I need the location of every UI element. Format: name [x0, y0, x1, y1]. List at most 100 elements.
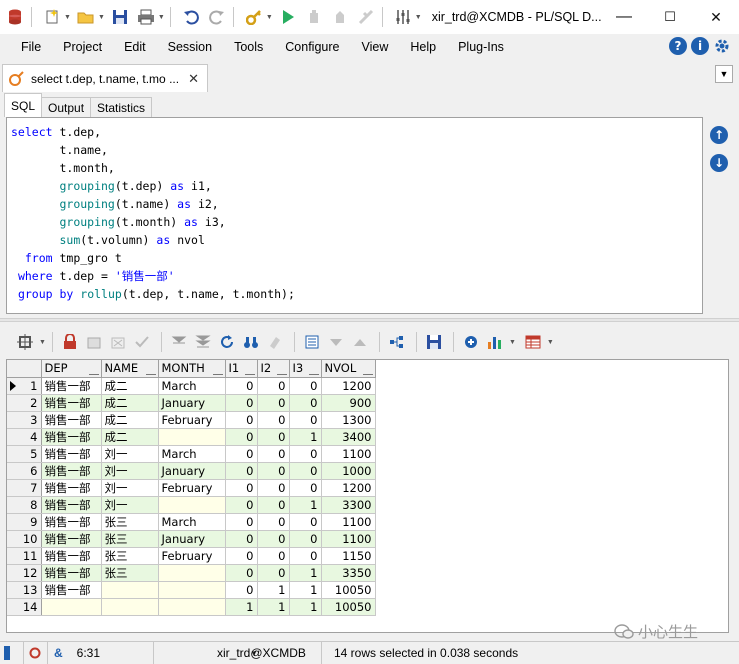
export-icon[interactable]: [522, 331, 544, 353]
column-header-month[interactable]: MONTH: [158, 360, 226, 378]
key-icon[interactable]: [243, 6, 265, 28]
row-number[interactable]: 4: [7, 428, 42, 446]
table-row[interactable]: 9 销售一部 张三 March 0 0 0 1100: [7, 513, 376, 531]
table-cell[interactable]: 0: [289, 547, 322, 565]
table-cell[interactable]: 1: [289, 598, 322, 616]
table-cell[interactable]: 10050: [321, 581, 376, 599]
table-cell[interactable]: 3400: [321, 428, 376, 446]
column-header-name[interactable]: NAME: [101, 360, 159, 378]
table-cell[interactable]: 销售一部: [41, 496, 102, 514]
table-cell[interactable]: 0: [257, 411, 290, 429]
column-header-i3[interactable]: I3: [289, 360, 322, 378]
table-cell[interactable]: January: [158, 394, 226, 412]
table-cell[interactable]: 0: [257, 530, 290, 548]
tree-icon[interactable]: [386, 331, 408, 353]
table-cell[interactable]: 0: [257, 547, 290, 565]
menu-configure[interactable]: Configure: [274, 40, 350, 54]
undo-icon[interactable]: [180, 6, 202, 28]
table-cell[interactable]: February: [158, 547, 226, 565]
table-cell[interactable]: 0: [225, 513, 258, 531]
chevron-down-icon[interactable]: ▼: [266, 14, 273, 21]
table-cell[interactable]: 3300: [321, 496, 376, 514]
row-number[interactable]: 10: [7, 530, 42, 548]
sql-line[interactable]: grouping(t.name) as i2,: [11, 195, 698, 213]
table-cell[interactable]: 张三: [101, 530, 159, 548]
tab-statistics[interactable]: Statistics: [90, 97, 153, 117]
chevron-down-icon[interactable]: ▼: [715, 65, 733, 83]
table-cell[interactable]: [158, 496, 226, 514]
table-cell[interactable]: 刘一: [101, 445, 159, 463]
table-cell[interactable]: January: [158, 462, 226, 480]
table-cell[interactable]: 10050: [321, 598, 376, 616]
table-row[interactable]: 6 销售一部 刘一 January 0 0 0 1000: [7, 462, 376, 480]
table-row[interactable]: 8 销售一部 刘一 0 0 1 3300: [7, 496, 376, 514]
sql-editor[interactable]: select t.dep, t.name, t.month, grouping(…: [6, 117, 703, 314]
chevron-down-icon[interactable]: ▼: [415, 14, 422, 21]
row-number[interactable]: 7: [7, 479, 42, 497]
table-cell[interactable]: 1200: [321, 479, 376, 497]
table-cell[interactable]: 销售一部: [41, 547, 102, 565]
table-cell[interactable]: 张三: [101, 547, 159, 565]
table-cell[interactable]: 张三: [101, 564, 159, 582]
table-row[interactable]: 1 销售一部 成二 March 0 0 0 1200: [7, 377, 376, 395]
column-header-nvol[interactable]: NVOL: [321, 360, 376, 378]
row-number[interactable]: 13: [7, 581, 42, 599]
table-cell[interactable]: 成二: [101, 394, 159, 412]
table-cell[interactable]: 900: [321, 394, 376, 412]
row-number[interactable]: 6: [7, 462, 42, 480]
fetch-next-icon[interactable]: [168, 331, 190, 353]
row-number[interactable]: 5: [7, 445, 42, 463]
table-cell[interactable]: 销售一部: [41, 581, 102, 599]
column-header-dep[interactable]: DEP: [41, 360, 102, 378]
row-number[interactable]: 14: [7, 598, 42, 616]
table-cell[interactable]: 刘一: [101, 462, 159, 480]
table-cell[interactable]: 0: [225, 564, 258, 582]
table-cell[interactable]: 销售一部: [41, 394, 102, 412]
table-cell[interactable]: 1000: [321, 462, 376, 480]
table-cell[interactable]: 0: [289, 411, 322, 429]
sql-line[interactable]: grouping(t.dep) as i1,: [11, 177, 698, 195]
table-cell[interactable]: 销售一部: [41, 411, 102, 429]
table-cell[interactable]: 销售一部: [41, 462, 102, 480]
chevron-down-icon[interactable]: ▼: [39, 339, 46, 346]
tab-sql[interactable]: SQL: [4, 93, 43, 117]
table-cell[interactable]: 0: [225, 581, 258, 599]
close-button[interactable]: ✕: [693, 0, 739, 34]
table-cell[interactable]: 销售一部: [41, 513, 102, 531]
table-cell[interactable]: 0: [257, 377, 290, 395]
menu-plugins[interactable]: Plug-Ins: [447, 40, 515, 54]
table-cell[interactable]: 1: [289, 564, 322, 582]
table-cell[interactable]: 1100: [321, 530, 376, 548]
table-cell[interactable]: March: [158, 377, 226, 395]
table-cell[interactable]: 销售一部: [41, 445, 102, 463]
print-icon[interactable]: [135, 6, 157, 28]
table-cell[interactable]: 1300: [321, 411, 376, 429]
table-row[interactable]: 3 销售一部 成二 February 0 0 0 1300: [7, 411, 376, 429]
table-cell[interactable]: 0: [257, 496, 290, 514]
table-cell[interactable]: 1100: [321, 445, 376, 463]
table-cell[interactable]: 0: [257, 445, 290, 463]
redo-icon[interactable]: [206, 6, 228, 28]
column-header-i2[interactable]: I2: [257, 360, 290, 378]
table-cell[interactable]: 1: [289, 496, 322, 514]
chevron-down-icon[interactable]: ▼: [158, 14, 165, 21]
table-cell[interactable]: [41, 598, 102, 616]
query-by-example-icon[interactable]: [460, 331, 482, 353]
table-cell[interactable]: 销售一部: [41, 428, 102, 446]
sql-line[interactable]: select t.dep,: [11, 123, 698, 141]
connection-selector[interactable]: ▼ xir_trd@XCMDB: [154, 642, 322, 664]
table-cell[interactable]: 0: [289, 462, 322, 480]
binoculars-icon[interactable]: [240, 331, 262, 353]
table-cell[interactable]: [101, 598, 159, 616]
row-number[interactable]: 2: [7, 394, 42, 412]
save-icon[interactable]: [109, 6, 131, 28]
row-number[interactable]: 3: [7, 411, 42, 429]
table-cell[interactable]: 1100: [321, 513, 376, 531]
table-cell[interactable]: [158, 428, 226, 446]
open-folder-icon[interactable]: [75, 6, 97, 28]
table-row[interactable]: 10 销售一部 张三 January 0 0 0 1100: [7, 530, 376, 548]
row-number[interactable]: 1: [7, 377, 42, 395]
table-cell[interactable]: January: [158, 530, 226, 548]
table-cell[interactable]: 0: [225, 547, 258, 565]
table-cell[interactable]: 0: [225, 411, 258, 429]
